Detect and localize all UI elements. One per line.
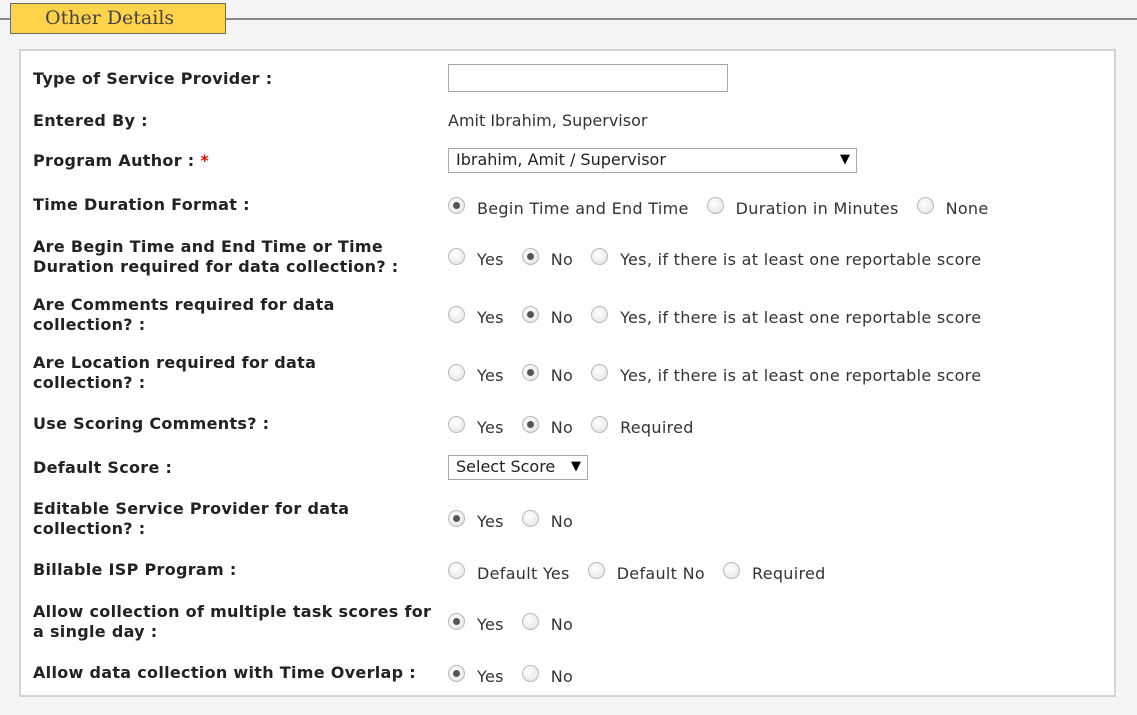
multiple-task-scores-label: Allow collection of multiple task scores… xyxy=(33,602,432,641)
default-score-label: Default Score : xyxy=(33,458,173,477)
option-required[interactable]: Required xyxy=(591,415,694,437)
radio-button[interactable] xyxy=(521,612,539,630)
time-duration-format-options: Begin Time and End Time Duration in Minu… xyxy=(448,196,1007,218)
entered-by-label: Entered By : xyxy=(33,111,148,130)
triangle-down-icon: ▼ xyxy=(840,152,850,167)
option-yes[interactable]: Yes xyxy=(448,509,504,531)
radio-button[interactable] xyxy=(521,415,539,433)
radio-button[interactable] xyxy=(448,664,465,682)
entered-by-value: Amit Ibrahim, Supervisor xyxy=(448,111,648,130)
comments-required-options: Yes No Yes, if there is at least one rep… xyxy=(448,305,999,327)
option-begin-end-time[interactable]: Begin Time and End Time xyxy=(448,196,689,218)
section-title: Other Details xyxy=(10,3,226,34)
location-required-label: Are Location required for data collectio… xyxy=(33,353,317,392)
radio-button[interactable] xyxy=(916,196,934,214)
radio-button[interactable] xyxy=(521,247,539,265)
option-no[interactable]: No xyxy=(521,363,573,385)
radio-button[interactable] xyxy=(448,363,465,381)
comments-required-label: Are Comments required for data collectio… xyxy=(33,295,335,334)
option-yes[interactable]: Yes xyxy=(448,305,504,327)
begin-end-required-options: Yes No Yes, if there is at least one rep… xyxy=(448,247,999,269)
option-no[interactable]: No xyxy=(521,509,573,531)
radio-button[interactable] xyxy=(448,305,465,323)
program-author-selected: Ibrahim, Amit / Supervisor xyxy=(456,150,666,169)
time-duration-format-label: Time Duration Format : xyxy=(33,195,250,214)
service-provider-label: Type of Service Provider : xyxy=(33,69,273,88)
radio-button[interactable] xyxy=(448,612,465,630)
billable-isp-options: Default Yes Default No Required xyxy=(448,561,844,583)
option-yes[interactable]: Yes xyxy=(448,415,504,437)
option-default-no[interactable]: Default No xyxy=(587,561,705,583)
radio-button[interactable] xyxy=(448,561,465,579)
option-no[interactable]: No xyxy=(521,247,573,269)
radio-button[interactable] xyxy=(521,305,539,323)
required-asterisk: * xyxy=(200,151,210,170)
time-overlap-options: Yes No xyxy=(448,664,591,686)
editable-provider-options: Yes No xyxy=(448,509,591,531)
option-required[interactable]: Required xyxy=(723,561,826,583)
radio-button[interactable] xyxy=(591,363,609,381)
radio-button[interactable] xyxy=(448,196,465,214)
program-author-label: Program Author : * xyxy=(33,151,438,171)
triangle-down-icon: ▼ xyxy=(571,459,581,474)
multiple-task-scores-options: Yes No xyxy=(448,612,591,634)
default-score-select[interactable]: Select Score ▼ xyxy=(448,455,588,480)
option-yes[interactable]: Yes xyxy=(448,664,504,686)
radio-button[interactable] xyxy=(723,561,740,579)
other-details-panel: Type of Service Provider : Entered By : … xyxy=(19,49,1116,697)
radio-button[interactable] xyxy=(448,509,465,527)
option-yes[interactable]: Yes xyxy=(448,363,504,385)
radio-button[interactable] xyxy=(591,247,609,265)
option-yes[interactable]: Yes xyxy=(448,612,504,634)
radio-button[interactable] xyxy=(591,415,609,433)
service-provider-input[interactable] xyxy=(448,64,728,92)
option-default-yes[interactable]: Default Yes xyxy=(448,561,570,583)
radio-button[interactable] xyxy=(521,664,539,682)
radio-button[interactable] xyxy=(521,509,539,527)
radio-button[interactable] xyxy=(521,363,539,381)
scoring-comments-options: Yes No Required xyxy=(448,415,712,437)
option-yes[interactable]: Yes xyxy=(448,247,504,269)
radio-button[interactable] xyxy=(706,196,724,214)
option-no[interactable]: No xyxy=(521,664,573,686)
radio-button[interactable] xyxy=(448,415,465,433)
option-no[interactable]: No xyxy=(521,415,573,437)
option-none[interactable]: None xyxy=(916,196,989,218)
option-yes-if-reportable[interactable]: Yes, if there is at least one reportable… xyxy=(591,363,981,385)
radio-button[interactable] xyxy=(591,305,609,323)
option-no[interactable]: No xyxy=(521,612,573,634)
program-author-select[interactable]: Ibrahim, Amit / Supervisor ▼ xyxy=(448,148,857,173)
radio-button[interactable] xyxy=(587,561,605,579)
scoring-comments-label: Use Scoring Comments? : xyxy=(33,414,270,433)
option-yes-if-reportable[interactable]: Yes, if there is at least one reportable… xyxy=(591,305,981,327)
option-duration-minutes[interactable]: Duration in Minutes xyxy=(706,196,899,218)
location-required-options: Yes No Yes, if there is at least one rep… xyxy=(448,363,999,385)
begin-end-required-label: Are Begin Time and End Time or Time Dura… xyxy=(33,237,399,276)
billable-isp-label: Billable ISP Program : xyxy=(33,560,237,579)
editable-provider-label: Editable Service Provider for data colle… xyxy=(33,499,350,538)
option-yes-if-reportable[interactable]: Yes, if there is at least one reportable… xyxy=(591,247,981,269)
radio-button[interactable] xyxy=(448,247,465,265)
time-overlap-label: Allow data collection with Time Overlap … xyxy=(33,663,416,682)
option-no[interactable]: No xyxy=(521,305,573,327)
program-author-label-text: Program Author : xyxy=(33,151,195,170)
default-score-selected: Select Score xyxy=(456,457,556,476)
